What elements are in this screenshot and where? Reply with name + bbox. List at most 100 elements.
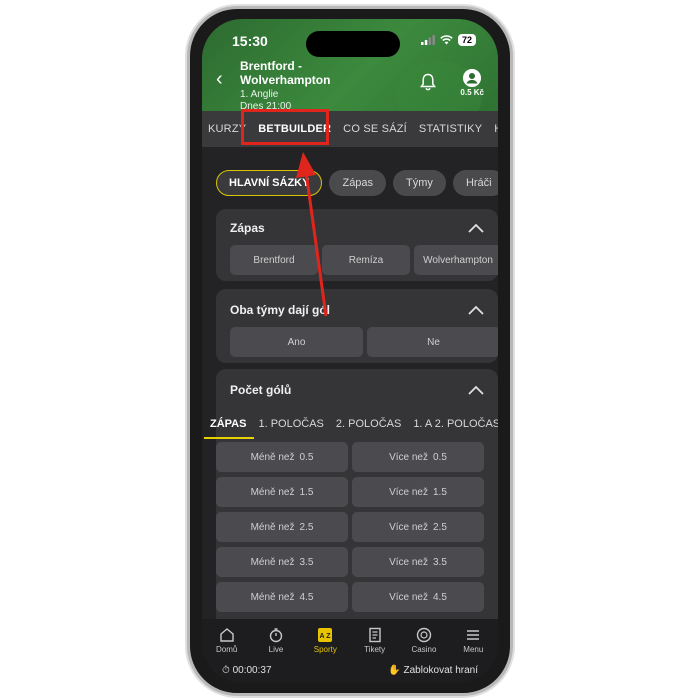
odds-button-remiza[interactable]: Remíza: [322, 245, 410, 275]
nav-tikety[interactable]: Tikety: [352, 627, 398, 654]
nav-label: Menu: [463, 644, 484, 654]
odds-line-value: 0.5: [299, 451, 314, 463]
subtab-1-polocas[interactable]: 1. POLOČAS: [258, 418, 323, 430]
chevron-up-icon[interactable]: [468, 223, 484, 233]
subtab-2-polocas[interactable]: 2. POLOČAS: [336, 418, 401, 430]
nav-label: Tikety: [364, 644, 386, 654]
subtab-zapas[interactable]: ZÁPAS: [210, 418, 246, 430]
chip-hraci[interactable]: Hráči: [452, 170, 498, 196]
zapas-options: Brentford Remíza Wolverhampton: [230, 245, 498, 275]
odds-button-wolverhampton[interactable]: Wolverhampton: [414, 245, 498, 275]
odds-button-less-1.5[interactable]: Méně než 1.5: [216, 477, 348, 507]
nav-label: Live: [268, 644, 284, 654]
chevron-up-icon[interactable]: [468, 385, 484, 395]
account-button[interactable]: 0.5 Kč: [460, 69, 484, 97]
market-card-zapas: Zápas Brentford Remíza Wolverhampton: [216, 209, 498, 281]
card-title-zapas: Zápas: [230, 221, 265, 235]
status-time: 15:30: [232, 33, 268, 49]
odds-line-value: 3.5: [299, 556, 314, 568]
signal-icon: [420, 35, 435, 45]
chip-zapas[interactable]: Zápas: [329, 170, 387, 196]
nav-menu[interactable]: Menu: [450, 627, 496, 654]
market-chips: HLAVNÍ SÁZKY Zápas Týmy Hráči: [202, 165, 498, 201]
chevron-up-icon[interactable]: [468, 305, 484, 315]
odds-line-value: 0.5: [433, 451, 447, 463]
footer-bar: ⏱ 00:00:37 ✋ Zablokovat hraní: [202, 661, 498, 683]
odds-label: Méně než: [250, 451, 295, 463]
nav-live[interactable]: Live: [253, 627, 299, 654]
oba-options: Ano Ne: [230, 327, 498, 357]
odds-label: Méně než: [250, 556, 295, 568]
hamburger-icon: [467, 629, 480, 640]
odds-line-value: 4.5: [433, 591, 447, 603]
goals-period-tabs: ZÁPAS 1. POLOČAS 2. POLOČAS 1. A 2. POLO…: [202, 411, 498, 437]
chip-hlavni-sazky[interactable]: HLAVNÍ SÁZKY: [216, 170, 323, 196]
casino-chip-icon: [416, 627, 432, 642]
market-card-oba-tymy: Oba týmy dají gól Ano Ne: [216, 289, 498, 363]
block-label: Zablokovat hraní: [403, 664, 479, 676]
bell-icon[interactable]: [420, 73, 436, 91]
odds-label: Více než: [389, 486, 428, 498]
subtab-1-a-2-polocas[interactable]: 1. A 2. POLOČAS: [413, 418, 498, 430]
home-icon: [219, 627, 234, 642]
odds-button-less-4.5[interactable]: Méně než 4.5: [216, 582, 348, 612]
odds-line-value: 4.5: [299, 591, 314, 603]
odds-label: Méně než: [250, 521, 295, 533]
nav-casino[interactable]: Casino: [401, 627, 447, 654]
odds-line-value: 1.5: [299, 486, 314, 498]
bottom-navigation: Domů Live A Z Sporty Tikety Casino Menu: [202, 619, 498, 661]
odds-button-less-3.5[interactable]: Méně než 3.5: [216, 547, 348, 577]
ticket-icon: [368, 627, 381, 642]
svg-text:A Z: A Z: [320, 633, 332, 640]
nav-sporty[interactable]: A Z Sporty: [302, 627, 348, 654]
tab-co-se-sazi[interactable]: CO SE SÁZÍ: [337, 123, 413, 135]
odds-button-less-0.5[interactable]: Méně než 0.5: [216, 442, 348, 472]
odds-button-more-1.5[interactable]: Více než 1.5: [352, 477, 484, 507]
match-title: Brentford - Wolverhampton: [240, 59, 331, 87]
league-label: 1. Anglie: [240, 89, 279, 100]
odds-button-more-0.5[interactable]: Více než 0.5: [352, 442, 484, 472]
odds-label: Více než: [389, 591, 428, 603]
nav-domu[interactable]: Domů: [204, 627, 250, 654]
odds-label: Více než: [389, 451, 428, 463]
balance-label: 0.5 Kč: [460, 88, 484, 97]
odds-button-ne[interactable]: Ne: [367, 327, 498, 357]
nav-label: Domů: [215, 644, 238, 654]
tab-h2h[interactable]: H2H: [488, 123, 498, 135]
block-gambling-link[interactable]: ✋ Zablokovat hraní: [388, 665, 478, 676]
odds-button-more-4.5[interactable]: Více než 4.5: [352, 582, 484, 612]
odds-button-more-2.5[interactable]: Více než 2.5: [352, 512, 484, 542]
odds-label: Více než: [389, 556, 428, 568]
phone-frame: 15:30 72 ‹ Brentford - Wolverhampton 1. …: [187, 6, 513, 696]
odds-line-value: 3.5: [433, 556, 447, 568]
odds-button-ano[interactable]: Ano: [230, 327, 363, 357]
az-icon: A Z: [318, 627, 333, 642]
odds-label: Méně než: [250, 591, 295, 603]
battery-icon: 72: [457, 34, 476, 46]
back-chevron-icon[interactable]: ‹: [216, 69, 223, 89]
odds-button-brentford[interactable]: Brentford: [230, 245, 318, 275]
odds-label: Více než: [389, 521, 428, 533]
stopwatch-icon: [269, 627, 283, 642]
user-icon: [463, 69, 482, 87]
tab-statistiky[interactable]: STATISTIKY: [413, 123, 488, 135]
odds-line-value: 2.5: [433, 521, 447, 533]
active-subtab-underline: [204, 437, 254, 439]
timer-icon: ⏱: [222, 664, 230, 676]
nav-label: Sporty: [313, 644, 337, 654]
wifi-icon: [440, 35, 453, 45]
nav-label: Casino: [411, 644, 437, 654]
odds-label: Méně než: [250, 486, 295, 498]
hand-icon: ✋: [388, 664, 401, 676]
status-icons: 72: [420, 34, 476, 46]
chip-tymy[interactable]: Týmy: [393, 170, 446, 196]
odds-line-value: 2.5: [299, 521, 314, 533]
odds-line-value: 1.5: [433, 486, 447, 498]
dynamic-island: [306, 31, 400, 57]
card-title-pocet-golu: Počet gólů: [230, 383, 292, 397]
card-title-oba-tymy: Oba týmy dají gól: [230, 303, 331, 317]
session-timer: ⏱ 00:00:37: [222, 665, 272, 676]
odds-button-more-3.5[interactable]: Více než 3.5: [352, 547, 484, 577]
odds-button-less-2.5[interactable]: Méně než 2.5: [216, 512, 348, 542]
highlight-box: [241, 109, 329, 145]
